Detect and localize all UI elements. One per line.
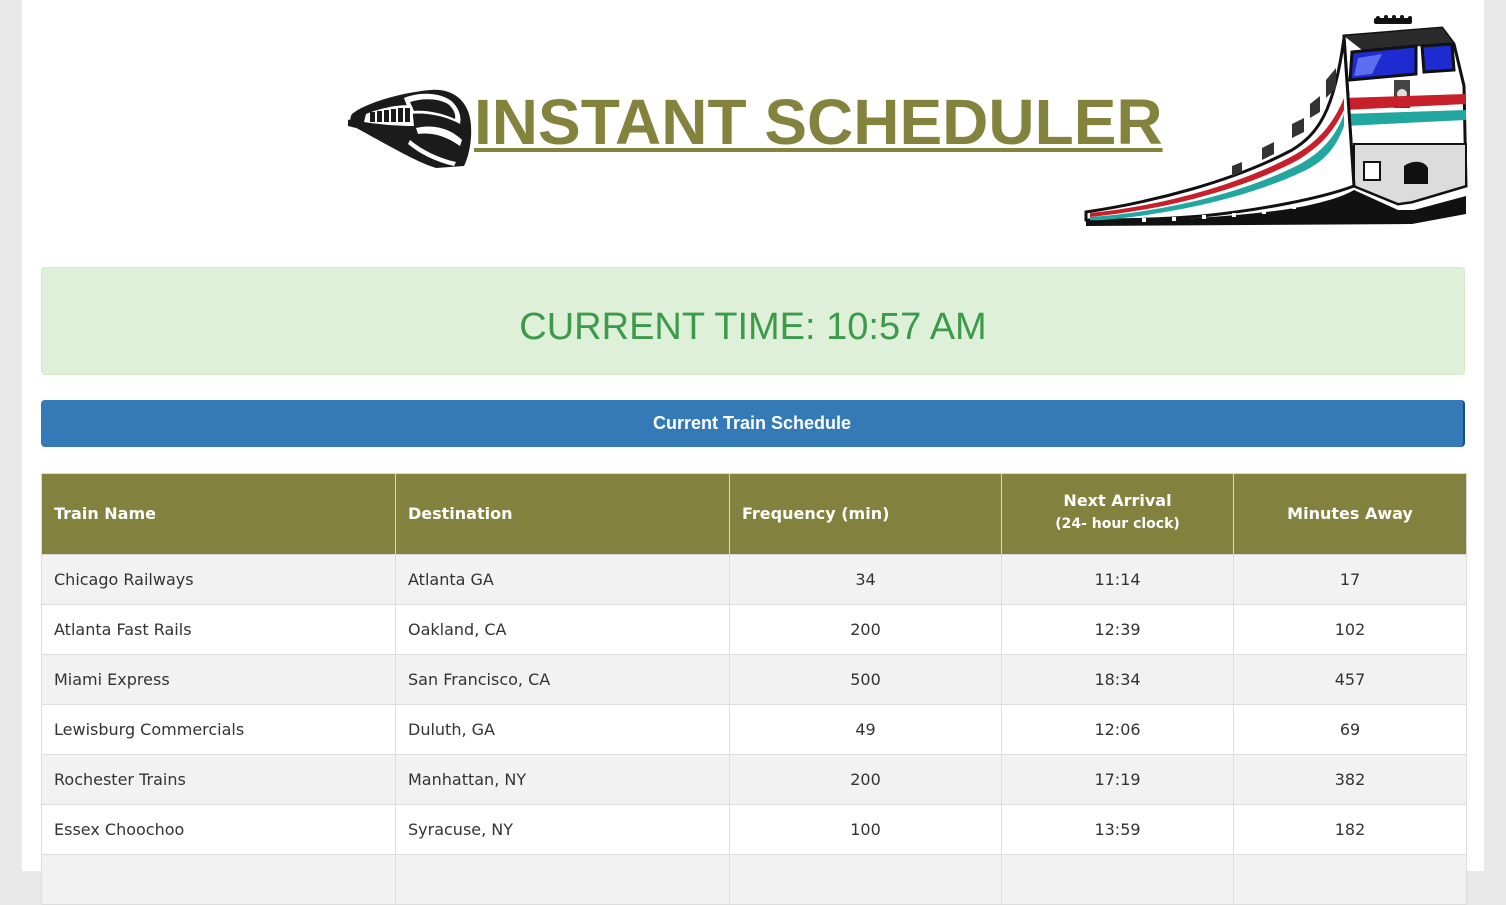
table-row [41,854,1467,905]
header-next-arrival-sub: (24- hour clock) [1055,516,1180,532]
schedule-panel-heading: Current Train Schedule [41,400,1465,447]
current-time-panel: CURRENT TIME: 10:57 AM [41,267,1465,375]
minutes-away-cell: 382 [1233,754,1467,805]
frequency-cell: 200 [729,754,1002,805]
header: INSTANT SCHEDULER [22,0,1484,250]
frequency-cell: 100 [729,804,1002,855]
page: INSTANT SCHEDULER CURRENT TIME: 10:57 AM… [22,0,1484,905]
header-destination: Destination [395,473,730,555]
destination-cell: Manhattan, NY [395,754,730,805]
minutes-away-cell: 457 [1233,654,1467,705]
destination-cell [395,854,730,905]
table-row: Rochester Trains Manhattan, NY 200 17:19… [41,754,1467,805]
train-name-cell: Rochester Trains [41,754,396,805]
table-header-row: Train Name Destination Frequency (min) N… [41,473,1467,555]
site-title[interactable]: INSTANT SCHEDULER [474,82,1163,162]
next-arrival-cell: 18:34 [1001,654,1234,705]
frequency-cell [729,854,1002,905]
schedule-title: Current Train Schedule [652,413,852,433]
minutes-away-cell: 17 [1233,554,1467,605]
train-name-cell: Essex Choochoo [41,804,396,855]
header-next-arrival: Next Arrival (24- hour clock) [1001,473,1234,555]
next-arrival-cell [1001,854,1234,905]
table-row: Lewisburg Commercials Duluth, GA 49 12:0… [41,704,1467,755]
header-train-name: Train Name [41,473,396,555]
frequency-cell: 500 [729,654,1002,705]
next-arrival-cell: 17:19 [1001,754,1234,805]
header-minutes-away: Minutes Away [1233,473,1467,555]
train-schedule-table: Train Name Destination Frequency (min) N… [41,473,1467,905]
frequency-cell: 200 [729,604,1002,655]
minutes-away-cell: 69 [1233,704,1467,755]
destination-cell: Duluth, GA [395,704,730,755]
destination-cell: San Francisco, CA [395,654,730,705]
frequency-cell: 49 [729,704,1002,755]
current-time-text: CURRENT TIME: 10:57 AM [519,306,987,348]
train-name-cell [41,854,396,905]
table-row: Atlanta Fast Rails Oakland, CA 200 12:39… [41,604,1467,655]
frequency-cell: 34 [729,554,1002,605]
table-row: Chicago Railways Atlanta GA 34 11:14 17 [41,554,1467,605]
next-arrival-cell: 11:14 [1001,554,1234,605]
train-name-cell: Chicago Railways [41,554,396,605]
next-arrival-cell: 12:39 [1001,604,1234,655]
train-name-cell: Miami Express [41,654,396,705]
next-arrival-cell: 13:59 [1001,804,1234,855]
train-name-cell: Lewisburg Commercials [41,704,396,755]
destination-cell: Syracuse, NY [395,804,730,855]
train-front-icon [348,89,472,168]
train-name-cell: Atlanta Fast Rails [41,604,396,655]
locomotive-icon [1084,15,1468,226]
table-row: Miami Express San Francisco, CA 500 18:3… [41,654,1467,705]
table-row: Essex Choochoo Syracuse, NY 100 13:59 18… [41,804,1467,855]
minutes-away-cell [1233,854,1467,905]
destination-cell: Oakland, CA [395,604,730,655]
destination-cell: Atlanta GA [395,554,730,605]
header-frequency: Frequency (min) [729,473,1002,555]
minutes-away-cell: 182 [1233,804,1467,855]
minutes-away-cell: 102 [1233,604,1467,655]
next-arrival-cell: 12:06 [1001,704,1234,755]
header-next-arrival-label: Next Arrival [1063,491,1172,510]
